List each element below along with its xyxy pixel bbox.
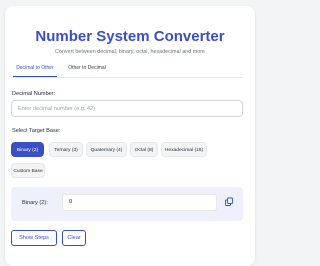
mode-tabs: Decimal to Other Other to Decimal — [11, 60, 243, 78]
tab-decimal-to-other[interactable]: Decimal to Other — [13, 60, 57, 77]
tab-other-to-decimal[interactable]: Other to Decimal — [63, 60, 111, 76]
copy-icon[interactable] — [224, 197, 234, 207]
base-octal-button[interactable]: Octal (8) — [130, 142, 158, 157]
converter-card: Number System Converter Convert between … — [5, 6, 255, 266]
result-value-field[interactable]: 0 — [62, 194, 217, 211]
base-quaternary-button[interactable]: Quaternary (4) — [86, 142, 127, 157]
show-steps-button[interactable]: Show Steps — [11, 230, 57, 246]
result-label: Binary (2): — [22, 200, 48, 206]
decimal-number-label: Decimal Number: — [12, 91, 56, 97]
page-title: Number System Converter — [35, 28, 225, 45]
base-custom-button[interactable]: Custom Base — [11, 163, 45, 178]
page-subtitle: Convert between decimal, binary, octal, … — [54, 49, 206, 55]
decimal-number-input[interactable] — [11, 100, 243, 117]
clear-button[interactable]: Clear — [62, 230, 86, 246]
base-hexadecimal-button[interactable]: Hexadecimal (16) — [161, 142, 207, 157]
target-base-label: Select Target Base: — [12, 128, 61, 134]
result-panel: Binary (2): 0 — [11, 187, 243, 221]
base-binary-button[interactable]: Binary (2) — [11, 142, 44, 157]
base-ternary-button[interactable]: Ternary (3) — [49, 142, 83, 157]
